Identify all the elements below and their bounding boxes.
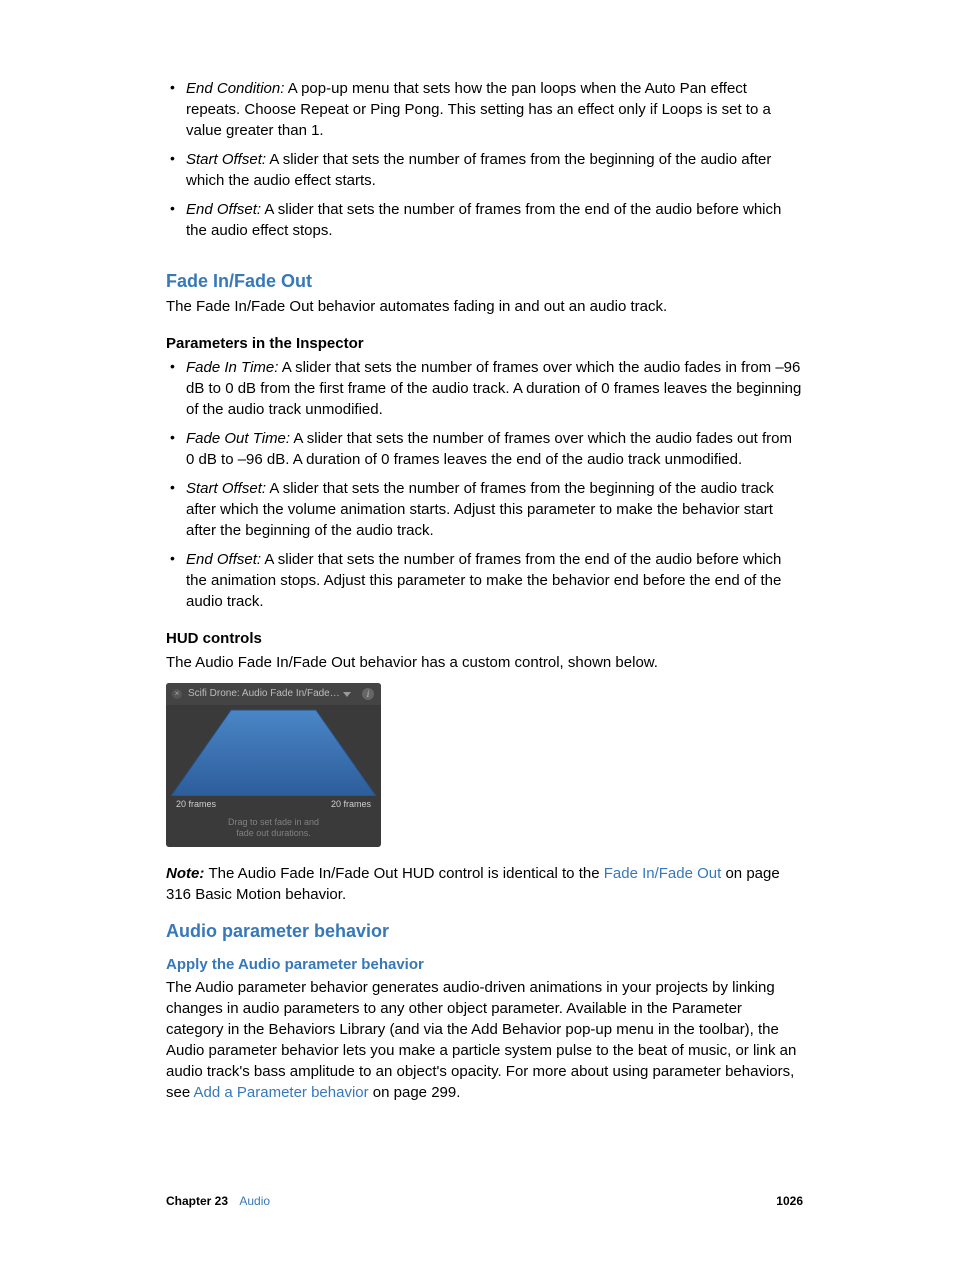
list-item: Start Offset: A slider that sets the num…	[166, 478, 803, 541]
hud-intro: The Audio Fade In/Fade Out behavior has …	[166, 652, 803, 673]
hud-title: Scifi Drone: Audio Fade In/Fade…	[188, 688, 340, 699]
page-number: 1026	[776, 1193, 803, 1210]
list-item: Start Offset: A slider that sets the num…	[166, 149, 803, 191]
list-item: End Condition: A pop-up menu that sets h…	[166, 78, 803, 141]
right-frames: 20 frames	[331, 798, 371, 811]
apply-audio-sub: Apply the Audio parameter behavior	[166, 954, 803, 975]
chevron-down-icon[interactable]	[343, 692, 351, 697]
bullet-term: Start Offset:	[186, 480, 266, 497]
params-heading: Parameters in the Inspector	[166, 333, 803, 354]
hud-heading: HUD controls	[166, 628, 803, 649]
audio-param-heading: Audio parameter behavior	[166, 919, 803, 944]
fade-params-list: Fade In Time: A slider that sets the num…	[166, 357, 803, 612]
bullet-text: A slider that sets the number of frames …	[186, 201, 781, 239]
hud-panel: × Scifi Drone: Audio Fade In/Fade… i 20 …	[166, 683, 381, 847]
audio-param-body: The Audio parameter behavior generates a…	[166, 977, 803, 1103]
hud-hint: Drag to set fade in and fade out duratio…	[166, 811, 381, 842]
chapter-label: Chapter 23	[166, 1194, 228, 1208]
left-frames: 20 frames	[176, 798, 216, 811]
hud-frame-labels: 20 frames 20 frames	[166, 796, 381, 811]
bullet-term: End Offset:	[186, 551, 261, 568]
page-content: End Condition: A pop-up menu that sets h…	[166, 78, 803, 1107]
bullet-term: End Condition:	[186, 80, 284, 97]
page-footer: Chapter 23 Audio 1026	[166, 1193, 803, 1210]
section-label: Audio	[239, 1194, 270, 1208]
note-before: The Audio Fade In/Fade Out HUD control i…	[209, 865, 604, 882]
body-after: on page 299.	[369, 1084, 461, 1101]
fade-intro: The Fade In/Fade Out behavior automates …	[166, 296, 803, 317]
fade-link[interactable]: Fade In/Fade Out	[604, 865, 722, 882]
bullet-text: A slider that sets the number of frames …	[186, 480, 774, 539]
bullet-term: Fade In Time:	[186, 359, 278, 376]
bullet-term: Fade Out Time:	[186, 430, 290, 447]
bullet-term: Start Offset:	[186, 151, 266, 168]
list-item: End Offset: A slider that sets the numbe…	[166, 199, 803, 241]
list-item: End Offset: A slider that sets the numbe…	[166, 549, 803, 612]
bullet-text: A slider that sets the number of frames …	[186, 551, 781, 610]
top-bullets: End Condition: A pop-up menu that sets h…	[166, 78, 803, 241]
list-item: Fade Out Time: A slider that sets the nu…	[166, 428, 803, 470]
note-label: Note:	[166, 865, 209, 882]
add-param-link[interactable]: Add a Parameter behavior	[194, 1084, 369, 1101]
bullet-text: A slider that sets the number of frames …	[186, 359, 801, 418]
bullet-text: A slider that sets the number of frames …	[186, 151, 771, 189]
info-icon[interactable]: i	[362, 688, 374, 700]
close-icon[interactable]: ×	[172, 689, 182, 699]
fade-graph[interactable]	[166, 705, 381, 796]
hud-titlebar: × Scifi Drone: Audio Fade In/Fade… i	[166, 683, 381, 705]
bullet-term: End Offset:	[186, 201, 261, 218]
note-paragraph: Note: The Audio Fade In/Fade Out HUD con…	[166, 863, 803, 905]
list-item: Fade In Time: A slider that sets the num…	[166, 357, 803, 420]
fade-heading: Fade In/Fade Out	[166, 269, 803, 294]
